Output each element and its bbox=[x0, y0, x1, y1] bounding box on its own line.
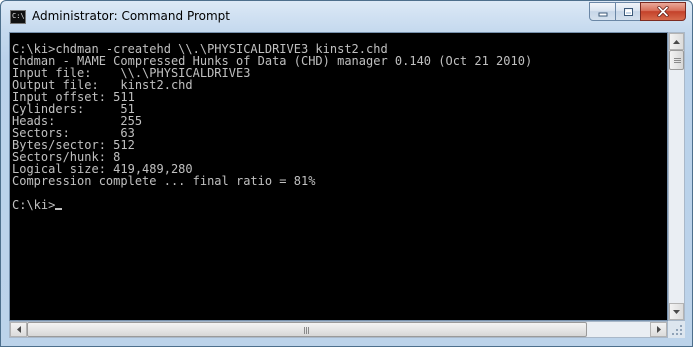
text-cursor bbox=[55, 208, 63, 210]
arrow-up-icon bbox=[673, 39, 680, 44]
console-text: C:\ki>chdman -createhd \\.\PHYSICALDRIVE… bbox=[12, 43, 532, 211]
close-button[interactable] bbox=[640, 2, 686, 21]
minimize-icon bbox=[598, 12, 607, 16]
scroll-right-button[interactable] bbox=[650, 322, 667, 337]
horizontal-scrollbar[interactable] bbox=[9, 321, 668, 338]
arrow-left-icon bbox=[16, 326, 21, 333]
console-line: Compression complete ... final ratio = 8… bbox=[12, 174, 316, 188]
maximize-icon bbox=[623, 7, 633, 16]
command-prompt-icon[interactable]: C:\ bbox=[10, 10, 26, 24]
console-prompt-line[interactable]: C:\ki> bbox=[12, 199, 532, 211]
arrow-right-icon bbox=[656, 326, 661, 333]
arrow-down-icon bbox=[673, 309, 680, 314]
window-title: Administrator: Command Prompt bbox=[32, 9, 230, 23]
scroll-left-button[interactable] bbox=[10, 322, 27, 337]
vertical-scroll-thumb[interactable] bbox=[669, 50, 684, 70]
close-icon bbox=[657, 6, 669, 17]
command-prompt-window[interactable]: C:\ Administrator: Command Prompt C:\ki>… bbox=[0, 0, 693, 347]
title-bar[interactable]: C:\ Administrator: Command Prompt bbox=[1, 1, 692, 33]
console-prompt: C:\ki> bbox=[12, 198, 56, 212]
horizontal-scroll-thumb[interactable] bbox=[27, 322, 587, 337]
scroll-up-button[interactable] bbox=[669, 33, 684, 50]
vertical-scrollbar[interactable] bbox=[668, 32, 685, 321]
maximize-button[interactable] bbox=[615, 2, 641, 21]
console-output[interactable]: C:\ki>chdman -createhd \\.\PHYSICALDRIVE… bbox=[9, 32, 668, 321]
scroll-down-button[interactable] bbox=[669, 303, 684, 320]
minimize-button[interactable] bbox=[589, 2, 616, 21]
resize-grip[interactable] bbox=[668, 321, 685, 338]
